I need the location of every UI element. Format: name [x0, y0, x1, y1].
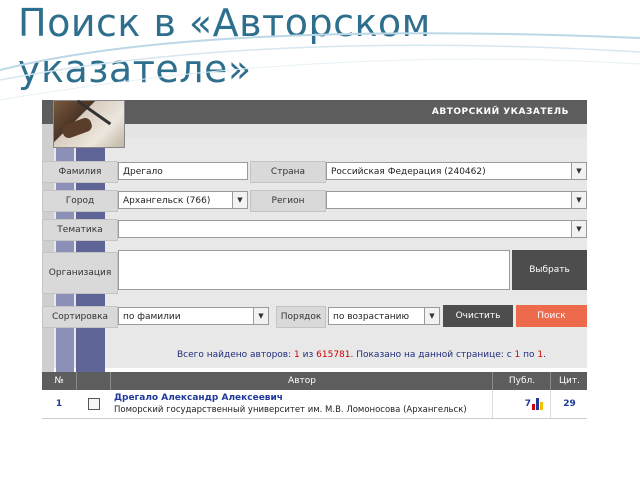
column-num: №	[54, 376, 64, 386]
topic-label: Тематика	[42, 219, 118, 241]
country-select[interactable]: Российская Федерация (240462) ▼	[326, 162, 587, 180]
topic-select[interactable]: ▼	[118, 220, 587, 238]
country-select-value: Российская Федерация (240462)	[331, 167, 486, 177]
subheader-strip	[124, 124, 587, 138]
summary-of-word: из	[302, 350, 314, 360]
chevron-down-icon[interactable]: ▼	[571, 192, 586, 208]
select-organization-button[interactable]: Выбрать	[512, 250, 587, 290]
chevron-down-icon[interactable]: ▼	[253, 308, 268, 324]
summary-suffix: .	[543, 350, 546, 360]
panel-header-title: АВТОРСКИЙ УКАЗАТЕЛЬ	[431, 107, 569, 117]
chevron-down-icon[interactable]: ▼	[424, 308, 439, 324]
city-select[interactable]: Архангельск (766) ▼	[118, 191, 248, 209]
sort-select[interactable]: по фамилии ▼	[118, 307, 269, 325]
surname-label: Фамилия	[42, 161, 118, 183]
citations-count-link[interactable]: 29	[563, 399, 576, 409]
search-button[interactable]: Поиск	[516, 305, 587, 327]
chevron-down-icon[interactable]: ▼	[232, 192, 247, 208]
country-label: Страна	[250, 161, 326, 183]
analysis-chart-icon[interactable]	[532, 398, 546, 410]
city-select-value: Архангельск (766)	[123, 196, 211, 206]
summary-from: 1	[514, 350, 521, 360]
slide-title: Поиск в «Авторском указателе»	[18, 1, 431, 91]
summary-found-count: 1	[294, 350, 300, 360]
column-author[interactable]: Автор	[110, 372, 493, 390]
summary-prefix: Всего найдено авторов:	[177, 350, 292, 360]
publications-count-link[interactable]: 7	[525, 399, 531, 409]
organization-input[interactable]	[118, 250, 510, 290]
author-name-link[interactable]: Дрегало Александр Алексеевич	[114, 393, 283, 403]
summary-to-word: по	[523, 350, 535, 360]
order-label: Порядок	[276, 306, 326, 328]
sort-select-value: по фамилии	[123, 312, 181, 322]
surname-input[interactable]: Дрегало	[118, 162, 248, 180]
chevron-down-icon[interactable]: ▼	[571, 221, 586, 237]
column-checkbox	[76, 372, 111, 390]
author-organization: Поморский государственный университет им…	[114, 405, 467, 415]
city-label: Город	[42, 190, 118, 212]
table-row: 1 Дрегало Александр Алексеевич Поморский…	[42, 390, 587, 419]
results-table-header: № Автор Публ. Цит.	[42, 372, 587, 390]
column-citations[interactable]: Цит.	[550, 372, 588, 390]
column-publications[interactable]: Публ.	[492, 372, 551, 390]
clear-button[interactable]: Очистить	[443, 305, 513, 327]
region-label: Регион	[250, 190, 326, 212]
results-summary: Всего найдено авторов: 1 из 615781. Пока…	[177, 350, 546, 360]
author-index-panel: АВТОРСКИЙ УКАЗАТЕЛЬ Фамилия Дрегало Стра…	[42, 99, 587, 419]
region-select[interactable]: ▼	[326, 191, 587, 209]
organization-label: Организация	[42, 252, 118, 294]
order-select-value: по возрастанию	[333, 312, 410, 322]
header-photo	[53, 99, 125, 148]
sort-label: Сортировка	[42, 306, 118, 328]
summary-total-count: 615781	[316, 350, 351, 360]
row-number: 1	[55, 399, 63, 409]
row-select-checkbox[interactable]	[88, 398, 100, 410]
summary-shown-prefix: . Показано на данной странице: с	[350, 350, 512, 360]
chevron-down-icon[interactable]: ▼	[571, 163, 586, 179]
order-select[interactable]: по возрастанию ▼	[328, 307, 440, 325]
